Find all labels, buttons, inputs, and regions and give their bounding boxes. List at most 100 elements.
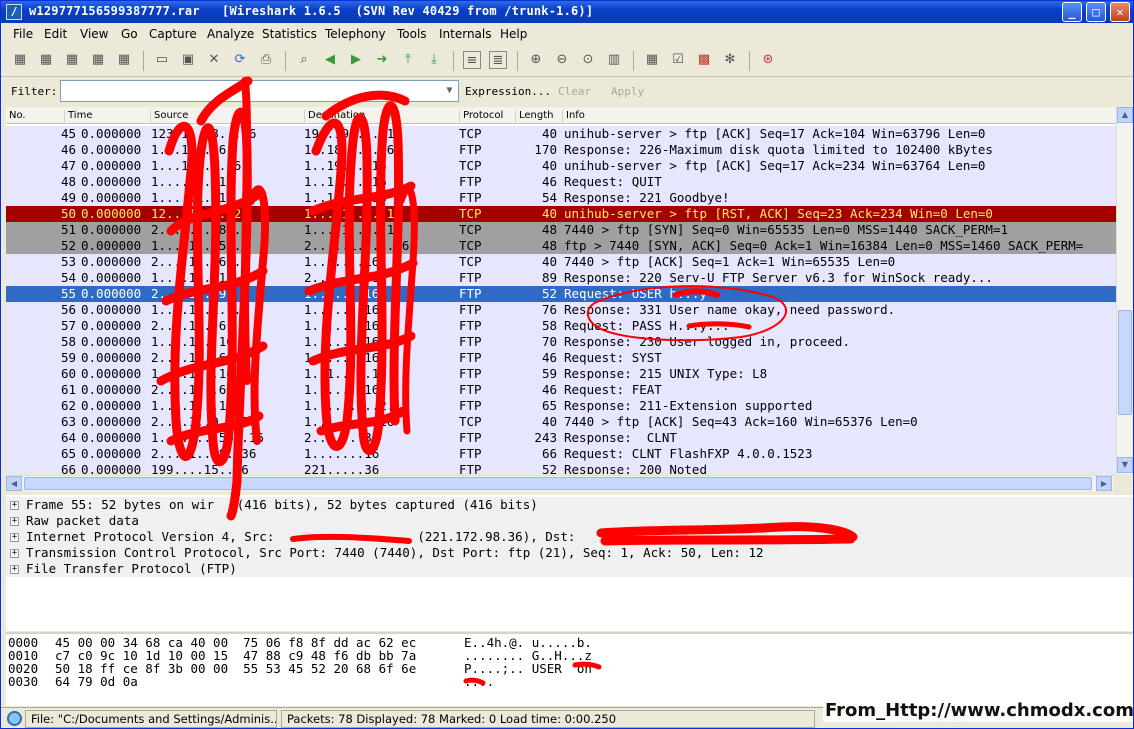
filter-input[interactable] bbox=[60, 80, 459, 102]
packet-row[interactable]: 63 0.000000 2....1..9...36 1.........16 TCP 4… bbox=[6, 414, 1116, 430]
colorize-icon[interactable]: ≡ bbox=[463, 51, 481, 69]
menu-capture[interactable]: Capture bbox=[149, 27, 197, 41]
reload-icon[interactable]: ⟳ bbox=[231, 51, 249, 69]
minimize-button[interactable]: _ bbox=[1062, 2, 1082, 22]
zoom-in-icon[interactable]: ⊕ bbox=[527, 51, 545, 69]
close-file-icon[interactable]: ✕ bbox=[205, 51, 223, 69]
packet-row[interactable]: 52 0.000000 1....1..15..6 2.....1.....36 TCP… bbox=[6, 238, 1116, 254]
packet-row[interactable]: 58 0.000000 1....1...16 1.......16 FTP 70 Resp… bbox=[6, 334, 1116, 350]
menu-tools[interactable]: Tools bbox=[397, 27, 427, 41]
menu-internals[interactable]: Internals bbox=[439, 27, 492, 41]
scroll-down-icon[interactable]: ▼ bbox=[1117, 457, 1133, 473]
zoom-normal-icon[interactable]: ⊙ bbox=[579, 51, 597, 69]
go-last-icon[interactable]: ⤓ bbox=[425, 51, 443, 69]
packet-list[interactable]: No. Time Source Destination Protocol Len… bbox=[6, 107, 1116, 474]
interfaces-icon[interactable]: ▦ bbox=[11, 51, 29, 69]
menu-edit[interactable]: Edit bbox=[44, 27, 67, 41]
packet-info: unihub-server > ftp [ACK] Seq=17 Ack=104… bbox=[564, 126, 986, 141]
preferences-icon[interactable]: ✻ bbox=[721, 51, 739, 69]
packet-row[interactable]: 59 0.000000 2....1...6 1.......16 FTP 46 Reque… bbox=[6, 350, 1116, 366]
detail-ftp[interactable]: + File Transfer Protocol (FTP) bbox=[6, 561, 1133, 577]
capture-options-icon[interactable]: ▦ bbox=[37, 51, 55, 69]
restart-capture-icon[interactable]: ▦ bbox=[115, 51, 133, 69]
column-header-length[interactable]: Length bbox=[515, 110, 562, 124]
scroll-thumb[interactable] bbox=[1118, 310, 1132, 415]
column-header-source[interactable]: Source bbox=[150, 110, 304, 124]
packet-proto: FTP bbox=[459, 446, 482, 461]
expression-button[interactable]: Expression... bbox=[465, 85, 551, 98]
menu-analyze[interactable]: Analyze bbox=[207, 27, 254, 41]
menu-file[interactable]: File bbox=[13, 27, 33, 41]
close-button[interactable]: ✕ bbox=[1110, 2, 1130, 22]
expand-icon[interactable]: + bbox=[10, 517, 19, 526]
expand-icon[interactable]: + bbox=[10, 533, 19, 542]
expert-info-icon[interactable] bbox=[7, 711, 22, 726]
packet-list-vertical-scrollbar[interactable]: ▲ ▼ bbox=[1116, 107, 1133, 474]
packet-row[interactable]: 62 0.000000 1....1...16 1.........2..6 FTP 65… bbox=[6, 398, 1116, 414]
save-file-icon[interactable]: ▣ bbox=[179, 51, 197, 69]
help-icon[interactable]: ⊛ bbox=[759, 51, 777, 69]
go-forward-icon[interactable]: ▶ bbox=[347, 51, 365, 69]
column-header-protocol[interactable]: Protocol bbox=[459, 110, 515, 124]
column-header-destination[interactable]: Destination bbox=[304, 110, 459, 124]
clear-button[interactable]: Clear bbox=[558, 85, 591, 98]
open-file-icon[interactable]: ▭ bbox=[153, 51, 171, 69]
packet-row[interactable]: 65 0.000000 2....1..98..36 1.......16 FTP 66 R… bbox=[6, 446, 1116, 462]
expand-icon[interactable]: + bbox=[10, 549, 19, 558]
go-first-icon[interactable]: ⤒ bbox=[399, 51, 417, 69]
packet-row[interactable]: 64 0.000000 1....1...56..16 2.......36 FTP 24… bbox=[6, 430, 1116, 446]
detail-ipv4[interactable]: + Internet Protocol Version 4, Src: (221.… bbox=[6, 529, 1133, 545]
packet-no: 50 bbox=[60, 206, 76, 221]
menu-go[interactable]: Go bbox=[121, 27, 138, 41]
packet-row[interactable]: 50 0.000000 12...1..6..26 1....1.....16 TCP 4… bbox=[6, 206, 1116, 222]
scroll-left-icon[interactable]: ◀ bbox=[6, 476, 22, 491]
menu-view[interactable]: View bbox=[80, 27, 108, 41]
start-capture-icon[interactable]: ▦ bbox=[63, 51, 81, 69]
detail-frame[interactable]: + Frame 55: 52 bytes on wir (416 bits), 5… bbox=[6, 497, 1133, 513]
coloring-rules-icon[interactable]: ▩ bbox=[695, 51, 713, 69]
packet-row[interactable]: 45 0.000000 123.1...8...36 19..192....16 TCP… bbox=[6, 126, 1116, 142]
expand-icon[interactable]: + bbox=[10, 565, 19, 574]
packet-row[interactable]: 53 0.000000 2....1..96..6 1.......16 TCP 40 74… bbox=[6, 254, 1116, 270]
column-header-info[interactable]: Info bbox=[562, 110, 1116, 124]
menu-telephony[interactable]: Telephony bbox=[325, 27, 386, 41]
packet-bytes-pane[interactable]: 0000 45 00 00 34 68 ca 40 00 75 06 f8 8f … bbox=[6, 632, 1133, 706]
menu-statistics[interactable]: Statistics bbox=[262, 27, 317, 41]
packet-row[interactable]: 49 0.000000 1.....1..16 1..1.....16 FTP 54 Res… bbox=[6, 190, 1116, 206]
column-header-time[interactable]: Time bbox=[64, 110, 150, 124]
packet-row[interactable]: 46 0.000000 1.9.1...16 1..18.....16 FTP 170 Re… bbox=[6, 142, 1116, 158]
packet-row[interactable]: 54 0.000000 1....1...16 2..1.....16 FTP 89 Res… bbox=[6, 270, 1116, 286]
apply-button[interactable]: Apply bbox=[611, 85, 644, 98]
expand-icon[interactable]: + bbox=[10, 501, 19, 510]
packet-row[interactable]: 48 0.000000 1....1...16 1..1.....16 FTP 46 Req… bbox=[6, 174, 1116, 190]
packet-row[interactable]: 66 0.000000 199....15..16 221.....36 FTP 52 Re… bbox=[6, 462, 1116, 474]
packet-row[interactable]: 51 0.000000 2...1...98..6 1....1.....16 TCP 4… bbox=[6, 222, 1116, 238]
resize-columns-icon[interactable]: ▥ bbox=[605, 51, 623, 69]
horizontal-scroll-thumb[interactable] bbox=[24, 477, 1092, 490]
scroll-up-icon[interactable]: ▲ bbox=[1117, 107, 1133, 123]
print-icon[interactable]: ⎙ bbox=[257, 51, 275, 69]
capture-filters-icon[interactable]: ▦ bbox=[643, 51, 661, 69]
packet-row[interactable]: 61 0.000000 2....1...6 1.......16 FTP 46 Reque… bbox=[6, 382, 1116, 398]
chevron-down-icon[interactable]: ▼ bbox=[441, 81, 458, 101]
find-packet-icon[interactable]: ⌕ bbox=[295, 51, 313, 69]
maximize-button[interactable]: □ bbox=[1086, 2, 1106, 22]
packet-row[interactable]: 60 0.000000 1....1...16 1..1.....16 FTP 59 Res… bbox=[6, 366, 1116, 382]
zoom-out-icon[interactable]: ⊖ bbox=[553, 51, 571, 69]
autoscroll-icon[interactable]: ≣ bbox=[489, 51, 507, 69]
go-to-packet-icon[interactable]: ➜ bbox=[373, 51, 391, 69]
display-filters-icon[interactable]: ☑ bbox=[669, 51, 687, 69]
packet-row[interactable]: 57 0.000000 2....1...6 1.......16 FTP 58 Reque… bbox=[6, 318, 1116, 334]
stop-capture-icon[interactable]: ▦ bbox=[89, 51, 107, 69]
packet-row-selected[interactable]: 55 0.000000 2....1...9 1.......16 FTP 52 Reque… bbox=[6, 286, 1116, 302]
go-back-icon[interactable]: ◀ bbox=[321, 51, 339, 69]
packet-list-horizontal-scrollbar[interactable]: ◀ ▶ bbox=[6, 475, 1113, 491]
packet-row[interactable]: 56 0.000000 1....1..1...6 1.......16 FTP 76 Re… bbox=[6, 302, 1116, 318]
column-header-no[interactable]: No. bbox=[6, 110, 64, 124]
menu-help[interactable]: Help bbox=[500, 27, 527, 41]
detail-tcp[interactable]: + Transmission Control Protocol, Src Port… bbox=[6, 545, 1133, 561]
packet-row[interactable]: 47 0.000000 1...1...0..6 1..19....16 TCP 40 un… bbox=[6, 158, 1116, 174]
detail-raw-data[interactable]: + Raw packet data bbox=[6, 513, 1133, 529]
packet-details-pane[interactable]: + Frame 55: 52 bytes on wir (416 bits), 5… bbox=[6, 495, 1133, 631]
scroll-right-icon[interactable]: ▶ bbox=[1096, 476, 1112, 491]
